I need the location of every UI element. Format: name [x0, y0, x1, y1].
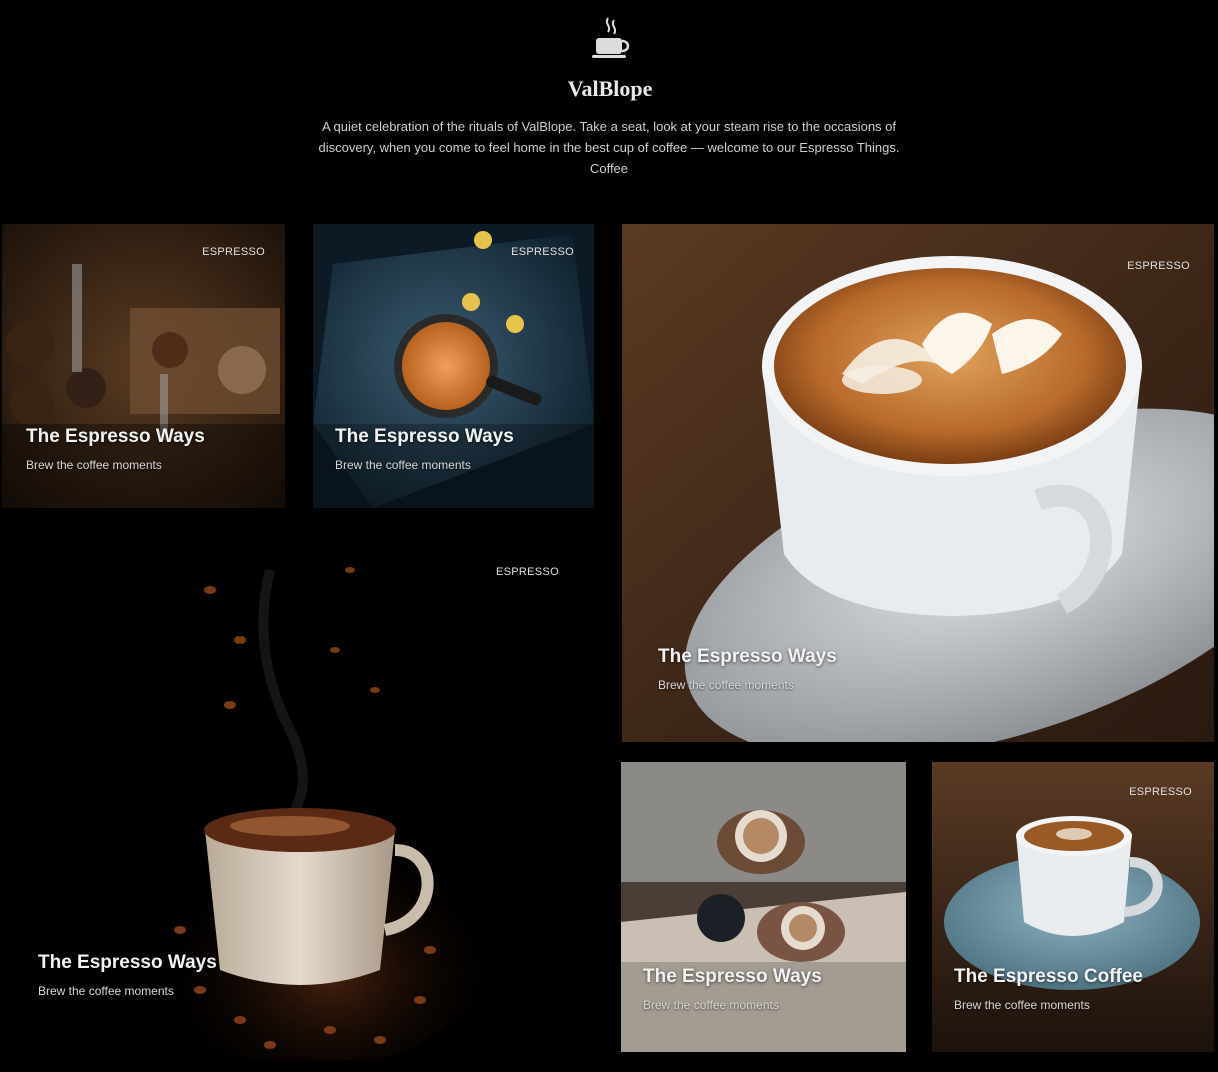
card-badge: ESPRESSO [1129, 786, 1192, 798]
gallery-card-1[interactable]: ESPRESSO The Espresso Ways Brew the coff… [2, 224, 285, 508]
card-title: The Espresso Ways [643, 966, 822, 987]
card-image [0, 530, 600, 1060]
card-subtitle: Brew the coffee moments [954, 998, 1090, 1012]
brand-name: ValBlope [567, 76, 653, 101]
gallery-card-5[interactable]: The Espresso Ways Brew the coffee moment… [621, 762, 906, 1052]
gallery-card-3[interactable]: ESPRESSO The Espresso Ways Brew the coff… [622, 224, 1214, 742]
card-title: The Espresso Ways [26, 426, 205, 447]
card-badge: ESPRESSO [496, 566, 559, 578]
intro-text: A quiet celebration of the rituals of Va… [318, 119, 900, 176]
coffee-cup-icon [592, 17, 630, 58]
card-badge: ESPRESSO [511, 246, 574, 258]
card-subtitle: Brew the coffee moments [335, 458, 471, 472]
card-title: The Espresso Ways [38, 952, 217, 973]
card-badge: ESPRESSO [1127, 260, 1190, 272]
card-title: The Espresso Ways [658, 646, 837, 667]
card-subtitle: Brew the coffee moments [26, 458, 162, 472]
gallery-card-2[interactable]: ESPRESSO The Espresso Ways Brew the coff… [313, 224, 594, 508]
card-title: The Espresso Ways [335, 426, 514, 447]
card-subtitle: Brew the coffee moments [643, 998, 779, 1012]
card-subtitle: Brew the coffee moments [38, 984, 174, 998]
card-badge: ESPRESSO [202, 246, 265, 258]
gallery-card-4[interactable]: ESPRESSO The Espresso Ways Brew the coff… [0, 530, 600, 1060]
page-header: ValBlope A quiet celebration of the ritu… [0, 0, 1218, 210]
card-subtitle: Brew the coffee moments [658, 678, 794, 692]
card-title: The Espresso Coffee [954, 966, 1143, 987]
brand-logo[interactable]: ValBlope [564, 16, 656, 101]
gallery-card-6[interactable]: ESPRESSO The Espresso Coffee Brew the co… [932, 762, 1214, 1052]
